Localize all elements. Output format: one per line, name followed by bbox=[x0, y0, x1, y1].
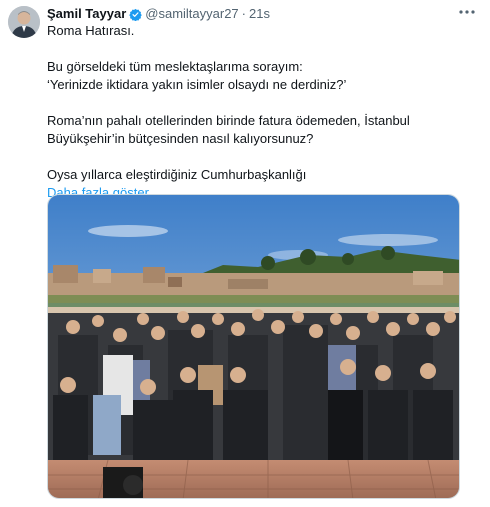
tweet-line: Bu görseldeki tüm meslektaşlarıma sorayı… bbox=[47, 59, 303, 74]
tweet[interactable]: Şamil Tayyar @samiltayyar27 · 21s Roma H… bbox=[0, 0, 490, 507]
tweet-line: Roma Hatırası. bbox=[47, 23, 135, 38]
more-icon[interactable] bbox=[458, 5, 476, 22]
tweet-header: Şamil Tayyar @samiltayyar27 · 21s bbox=[47, 6, 480, 22]
tweet-time[interactable]: 21s bbox=[249, 6, 270, 22]
tweet-photo[interactable] bbox=[47, 194, 460, 499]
tweet-line: Büyükşehir’in bütçesinden nasıl kalıyors… bbox=[47, 131, 314, 146]
tweet-line: ‘Yerinizde iktidara yakın isimler olsayd… bbox=[47, 77, 347, 92]
author-handle[interactable]: @samiltayyar27 bbox=[145, 6, 238, 22]
header-separator: · bbox=[241, 6, 247, 21]
author-name[interactable]: Şamil Tayyar bbox=[47, 6, 126, 22]
tweet-line: Roma’nın pahalı otellerinden birinde fat… bbox=[47, 113, 410, 128]
verified-badge-icon bbox=[129, 8, 143, 21]
author-avatar[interactable] bbox=[8, 6, 40, 38]
tweet-text: Roma Hatırası. Bu görseldeki tüm meslekt… bbox=[47, 22, 477, 202]
tweet-line: Oysa yıllarca eleştirdiğiniz Cumhurbaşka… bbox=[47, 167, 307, 182]
